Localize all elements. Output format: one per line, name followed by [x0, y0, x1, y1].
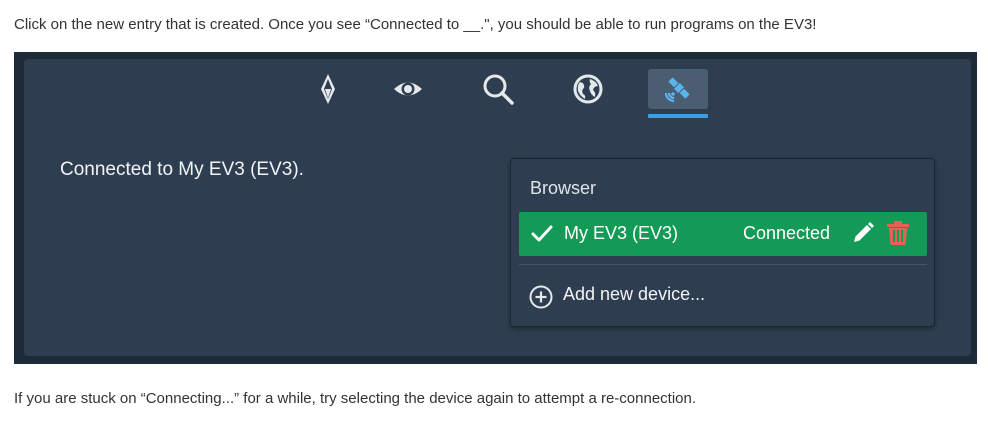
compass-button[interactable]	[298, 69, 358, 109]
intro-text: Click on the new entry that is created. …	[14, 16, 817, 33]
eye-icon	[394, 82, 422, 96]
satellite-button[interactable]	[648, 69, 708, 109]
active-tab-indicator	[648, 114, 708, 118]
plus-circle-icon	[529, 285, 553, 309]
screenshot-frame: Connected to My EV3 (EV3). Browser My EV…	[14, 52, 977, 364]
search-icon	[483, 74, 514, 105]
pencil-icon[interactable]	[851, 221, 875, 245]
search-button[interactable]	[468, 69, 528, 109]
add-new-device-label: Add new device...	[563, 284, 706, 304]
checkmark-icon	[531, 225, 553, 242]
ui-panel: Connected to My EV3 (EV3). Browser My EV…	[24, 59, 971, 356]
device-status: Connected	[743, 223, 831, 243]
compass-icon	[321, 74, 335, 104]
connection-status-text: Connected to My EV3 (EV3).	[60, 159, 304, 180]
browser-header: Browser	[530, 178, 597, 198]
trash-icon[interactable]	[886, 220, 910, 246]
outro-text: If you are stuck on “Connecting...” for …	[14, 390, 697, 407]
device-name: My EV3 (EV3)	[564, 223, 679, 243]
add-new-device-button[interactable]: Add new device...	[519, 273, 927, 317]
eye-button[interactable]	[378, 69, 438, 109]
globe-button[interactable]	[558, 69, 618, 109]
device-browser-dropdown: Browser My EV3 (EV3) Connected Add new d…	[510, 158, 935, 327]
dropdown-divider	[519, 264, 927, 265]
globe-icon	[573, 74, 603, 104]
satellite-icon	[664, 77, 690, 103]
toolbar	[24, 59, 971, 125]
device-entry-row[interactable]: My EV3 (EV3) Connected	[519, 212, 927, 256]
